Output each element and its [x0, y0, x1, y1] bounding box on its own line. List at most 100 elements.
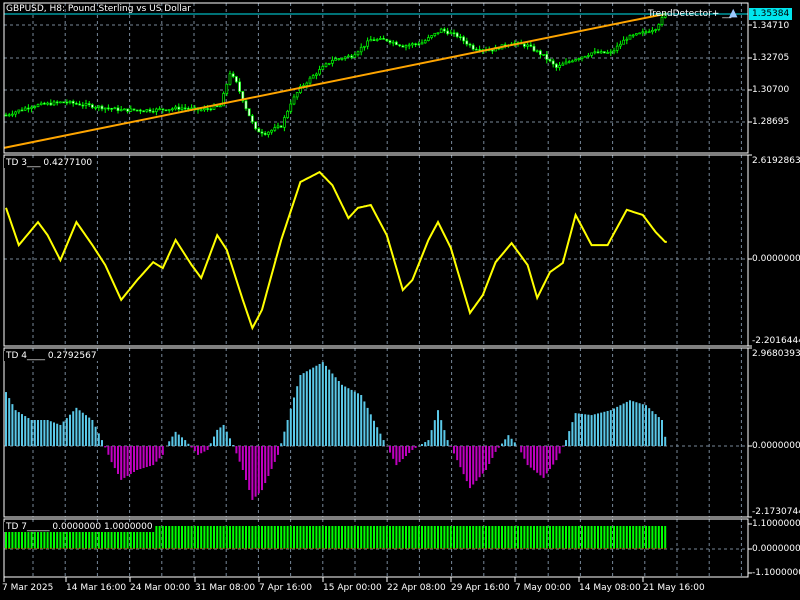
td7-zero-dot	[187, 548, 189, 549]
candle-body	[107, 107, 110, 110]
candle-body	[308, 77, 312, 84]
candle-body	[593, 51, 597, 54]
td7-zero-dot	[91, 548, 93, 549]
candle-body	[411, 43, 414, 46]
td7-zero-dot	[5, 548, 7, 549]
td7-zero-dot	[165, 548, 167, 549]
candle-body	[199, 109, 203, 112]
td7-zero-dot	[610, 548, 612, 549]
td7-zero-dot	[335, 548, 337, 549]
candle-body	[404, 45, 408, 48]
candle-body	[625, 38, 629, 41]
td7-zero-dot	[603, 548, 605, 549]
candle-body	[263, 132, 267, 135]
td3-axis-min: -2.2016444	[752, 336, 800, 346]
candle-body	[91, 104, 94, 108]
candle-body	[359, 46, 363, 53]
td7-zero-dot	[363, 548, 365, 549]
candle-body	[420, 42, 424, 45]
td7-zero-dot	[255, 548, 257, 549]
td7-zero-dot	[344, 548, 346, 549]
candle-body	[433, 32, 437, 36]
chart-canvas[interactable]	[0, 0, 800, 600]
td7-zero-dot	[219, 548, 221, 549]
candle-body	[55, 101, 59, 104]
td7-zero-dot	[511, 548, 513, 549]
td7-axis-zero: 0.0000000	[752, 544, 800, 554]
candle-body	[539, 50, 542, 55]
candle-body	[295, 92, 299, 98]
td7-zero-dot	[229, 548, 231, 549]
time-axis-label: 7 May 00:00	[515, 583, 571, 593]
graduation-cap-icon[interactable]: ▲	[729, 7, 737, 18]
candle-body	[113, 107, 117, 110]
candle-body	[318, 69, 321, 75]
candle-body	[535, 50, 539, 53]
candle-body	[583, 55, 587, 58]
td3-axis-zero: 0.0000000	[752, 254, 800, 264]
candle-body	[251, 115, 254, 123]
candle-body	[475, 48, 478, 51]
candle-body	[171, 108, 174, 111]
candle-body	[574, 59, 577, 62]
trend-detector-label: TrendDetector+ __	[648, 9, 732, 19]
td7-zero-dot	[312, 548, 314, 549]
candle-body	[209, 108, 213, 111]
candle-body	[382, 38, 385, 40]
pane-frame	[3, 154, 749, 347]
candle-body	[366, 40, 369, 47]
td7-zero-dot	[43, 548, 45, 549]
candle-body	[46, 102, 49, 105]
td7-zero-dot	[328, 548, 330, 549]
td7-zero-dot	[24, 548, 26, 549]
td7-zero-dot	[59, 548, 61, 549]
td7-zero-dot	[191, 548, 193, 549]
candle-body	[81, 104, 85, 107]
candle-body	[619, 43, 622, 47]
time-axis-label: 24 Mar 00:00	[130, 583, 191, 593]
td7-zero-dot	[555, 548, 557, 549]
td7-value-1: 0.0000000	[52, 522, 102, 532]
td4-title: TD 4____ 0.2792567	[4, 351, 99, 361]
candle-body	[609, 51, 613, 54]
td7-zero-dot	[501, 548, 503, 549]
td4-axis-min: -2.1730744	[752, 507, 800, 517]
price-axis-label: 1.30700	[752, 85, 790, 95]
candle-body	[315, 73, 318, 76]
td7-zero-dot	[559, 548, 561, 549]
td7-zero-dot	[104, 548, 106, 549]
time-axis-label: 15 Apr 00:00	[323, 583, 382, 593]
candle-body	[187, 108, 190, 110]
candle-body	[606, 52, 609, 54]
candle-body	[436, 32, 440, 35]
td7-zero-dot	[389, 548, 391, 549]
td7-zero-dot	[200, 548, 202, 549]
candle-body	[183, 107, 187, 110]
candle-body	[395, 41, 398, 46]
td7-zero-dot	[98, 548, 100, 549]
td7-zero-dot	[485, 548, 487, 549]
td7-zero-dot	[11, 548, 13, 549]
candle-body	[247, 108, 251, 117]
td7-zero-dot	[210, 548, 212, 549]
candle-body	[78, 103, 81, 106]
td7-zero-dot	[155, 548, 157, 549]
td3-title: TD 3___ 0.4277100	[4, 158, 95, 168]
candle-body	[327, 62, 331, 65]
candle-body	[7, 114, 11, 117]
candle-body	[177, 106, 181, 110]
td4-label: TD 4____	[6, 351, 46, 361]
td4-value: 0.2792567	[47, 351, 97, 361]
time-axis-label: 29 Apr 16:00	[451, 583, 510, 593]
td7-zero-dot	[293, 548, 295, 549]
td7-zero-dot	[354, 548, 356, 549]
td7-zero-dot	[360, 548, 362, 549]
candle-body	[532, 45, 536, 52]
candle-body	[135, 109, 139, 112]
candle-body	[286, 110, 289, 118]
candle-body	[84, 103, 88, 106]
td7-zero-dot	[341, 548, 343, 549]
candle-body	[385, 38, 389, 42]
candle-body	[305, 82, 309, 86]
candle-body	[71, 101, 75, 104]
